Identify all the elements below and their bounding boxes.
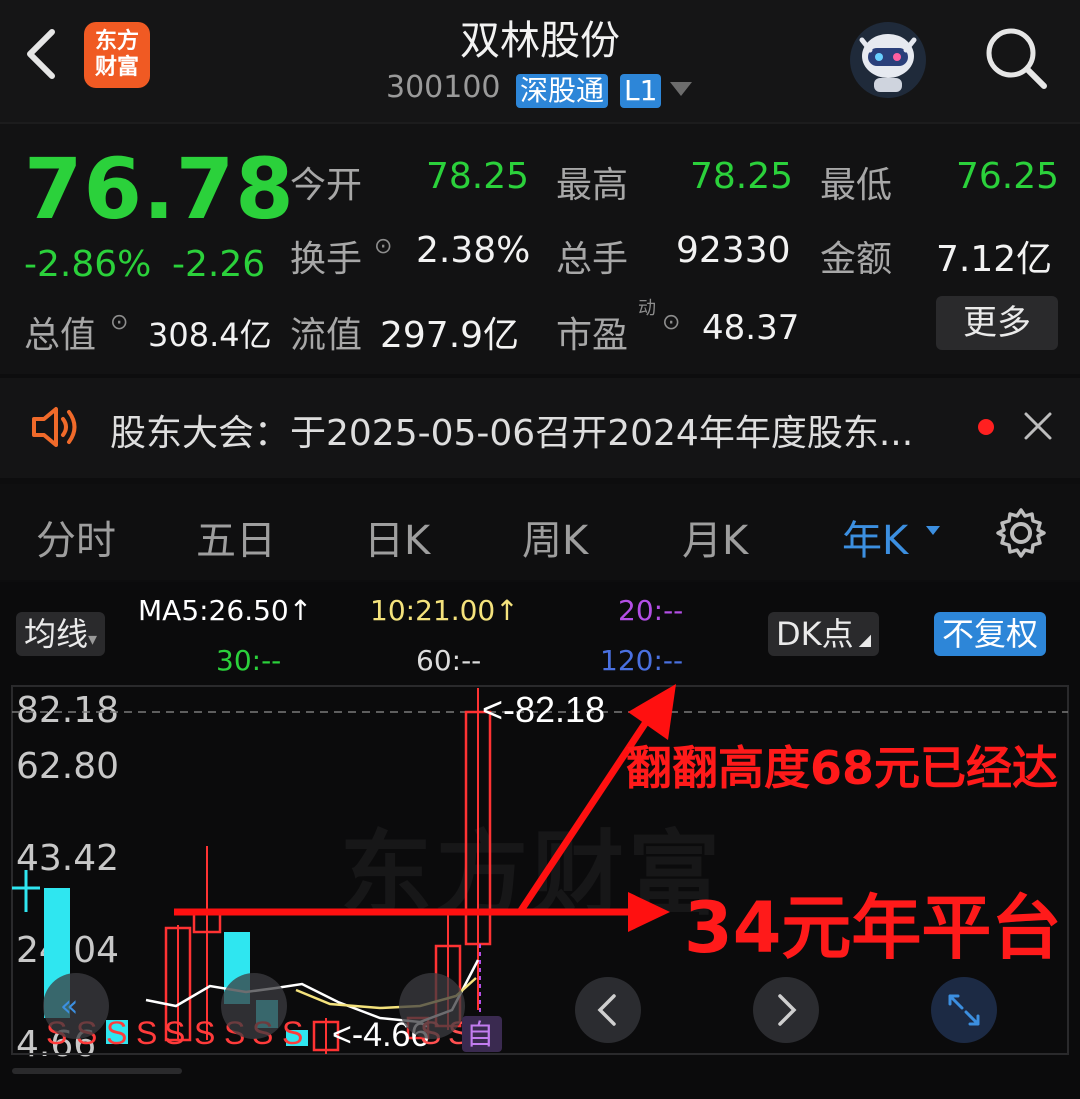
signal-s-marker: S — [282, 1015, 303, 1051]
tab-five-day[interactable]: 五日 — [196, 508, 276, 566]
logo-line1: 东方 — [94, 29, 139, 54]
gear-icon[interactable] — [994, 506, 1048, 560]
info-icon[interactable]: ⊙ — [662, 310, 680, 335]
connect-badge: 深股通 — [516, 74, 609, 108]
more-button[interactable]: 更多 — [936, 296, 1058, 350]
float-label: 流值 — [290, 315, 363, 356]
high-value: 78.25 — [690, 156, 794, 197]
info-icon[interactable]: ⊙ — [110, 310, 128, 335]
arrow-head — [628, 892, 670, 932]
notice-text[interactable]: 股东大会：于2025-05-06召开2024年年度股东... — [110, 404, 913, 456]
low-value: 76.25 — [956, 156, 1060, 197]
tab-intraday[interactable]: 分时 — [36, 508, 116, 566]
plus-icon — [399, 973, 465, 1039]
back-arrow-icon[interactable] — [22, 26, 62, 82]
robot-avatar-icon[interactable] — [848, 20, 928, 100]
right-arrow-icon — [753, 977, 819, 1043]
left-icon — [221, 973, 287, 1039]
mktcap-label: 总值 — [24, 315, 97, 356]
left-arrow-icon — [575, 977, 641, 1043]
turnover-label: 换手 — [290, 239, 363, 280]
high-label: 最高 — [556, 165, 629, 206]
logo-line2: 财富 — [94, 55, 139, 80]
double-left-glyph: « — [60, 989, 78, 1024]
pe-label: 市盈 — [556, 315, 629, 356]
speaker-icon — [32, 407, 77, 447]
turnover-value: 2.38% — [416, 230, 531, 271]
amount-label: 金额 — [820, 239, 893, 280]
stock-name: 双林股份 — [460, 18, 620, 64]
float-value: 297.9亿 — [380, 315, 520, 356]
scroll-indicator — [12, 1068, 182, 1074]
search-icon[interactable] — [982, 24, 1050, 92]
pe-value: 48.37 — [702, 308, 800, 348]
annotation-platform: 34元年平台 — [684, 887, 1062, 969]
amount-value: 7.12亿 — [936, 239, 1053, 280]
signal-s-marker: S — [164, 1015, 185, 1051]
last-price: 76.78 — [24, 140, 295, 238]
max-price-label: <-82.18 — [482, 689, 605, 730]
tab-weekly-k[interactable]: 周K — [522, 508, 588, 566]
signal-s-marker: S — [106, 1015, 127, 1051]
mktcap-value: 308.4亿 — [148, 316, 272, 354]
chevron-down-icon[interactable] — [670, 82, 692, 96]
change-amount: -2.26 — [172, 244, 266, 285]
volume-value: 92330 — [676, 230, 791, 271]
stock-code: 300100 — [386, 70, 501, 105]
expand-icon — [931, 977, 997, 1043]
level-badge: L1 — [620, 74, 662, 108]
tab-yearly-k[interactable]: 年K — [842, 508, 908, 566]
tab-daily-k[interactable]: 日K — [364, 508, 430, 566]
annotation-target: 翻翻高度68元已经达 — [626, 741, 1059, 795]
change-percent: -2.86% — [24, 244, 152, 285]
kline-chart[interactable]: <-82.18 <-4.66 SSSSSSSSSSS 自 « — [0, 582, 1080, 1099]
unread-dot — [978, 419, 994, 435]
signal-s-marker: S — [136, 1015, 157, 1051]
signal-s-marker: S — [194, 1015, 215, 1051]
close-icon[interactable] — [1022, 410, 1054, 442]
chevron-down-icon[interactable] — [926, 526, 940, 535]
open-value: 78.25 — [426, 156, 530, 197]
open-label: 今开 — [290, 165, 363, 206]
self-tag: 自 — [466, 1019, 494, 1050]
pe-sup: 动 — [638, 298, 656, 319]
info-icon[interactable]: ⊙ — [374, 234, 392, 259]
tab-monthly-k[interactable]: 月K — [682, 508, 748, 566]
volume-label: 总手 — [556, 239, 629, 280]
low-label: 最低 — [820, 165, 893, 206]
eastmoney-logo[interactable]: 东方 财富 — [84, 22, 150, 88]
